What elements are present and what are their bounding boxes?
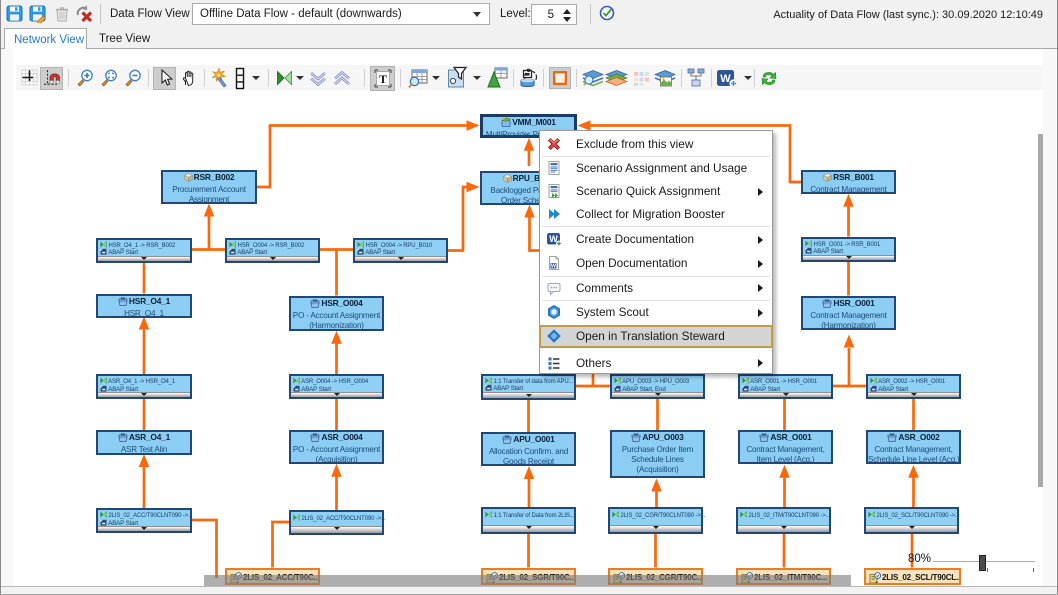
svg-text:W: W xyxy=(551,264,557,270)
